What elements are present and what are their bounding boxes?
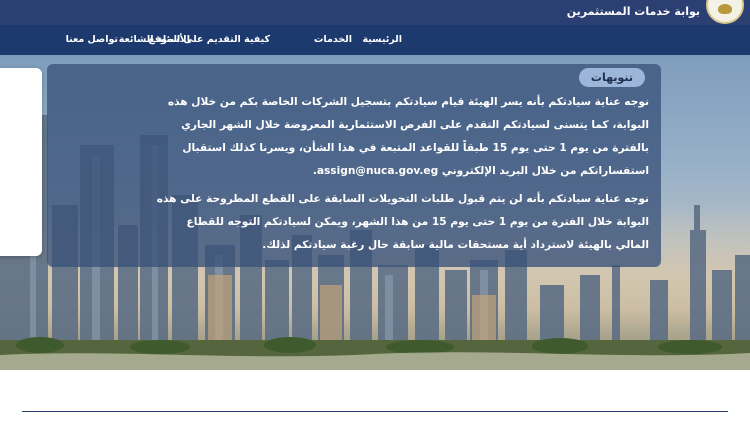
hero-banner: تنويهات نوجه عناية سيادتكم بأنه يسر الهي…	[0, 55, 750, 370]
nav-faq[interactable]: الأسئلة الشائعة	[119, 34, 190, 45]
side-card[interactable]	[0, 68, 42, 256]
notice-p1-line: استفساراتكم من خلال البريد الإلكتروني as…	[312, 165, 649, 177]
notice-p1-line: نوجه عناية سيادتكم بأنه يسر الهيئة قيام …	[167, 96, 649, 108]
notice-p1-line: بالفترة من يوم 1 حتى يوم 15 طبقاً للقواع…	[182, 142, 649, 154]
main-nav: الرئيسية الخدمات كيفية التقديم على الموق…	[0, 25, 750, 55]
notice-p2-line: المالي بالهيئة لاسترداد أية مستحقات مالي…	[262, 239, 649, 251]
notice-p1-line: البوابة، كما يتسنى لسيادتكم التقدم على ا…	[181, 119, 649, 131]
nav-services[interactable]: الخدمات	[314, 34, 352, 45]
notices-panel: تنويهات نوجه عناية سيادتكم بأنه يسر الهي…	[47, 64, 661, 267]
portal-title[interactable]: بوابة خدمات المستثمرين	[567, 5, 700, 18]
notice-p2-line: نوجه عناية سيادتكم بأنه لن يتم قبول طلبا…	[156, 193, 649, 205]
nav-contact-us[interactable]: تواصل معنا	[66, 34, 118, 45]
top-header: بوابة خدمات المستثمرين	[0, 0, 750, 25]
emblem-logo-icon[interactable]	[706, 0, 744, 24]
nav-home[interactable]: الرئيسية	[363, 34, 402, 45]
notices-badge: تنويهات	[578, 68, 645, 87]
notice-p2-line: البوابة خلال الفترة من يوم 1 حتى يوم 15 …	[186, 216, 649, 228]
section-divider	[22, 411, 728, 412]
